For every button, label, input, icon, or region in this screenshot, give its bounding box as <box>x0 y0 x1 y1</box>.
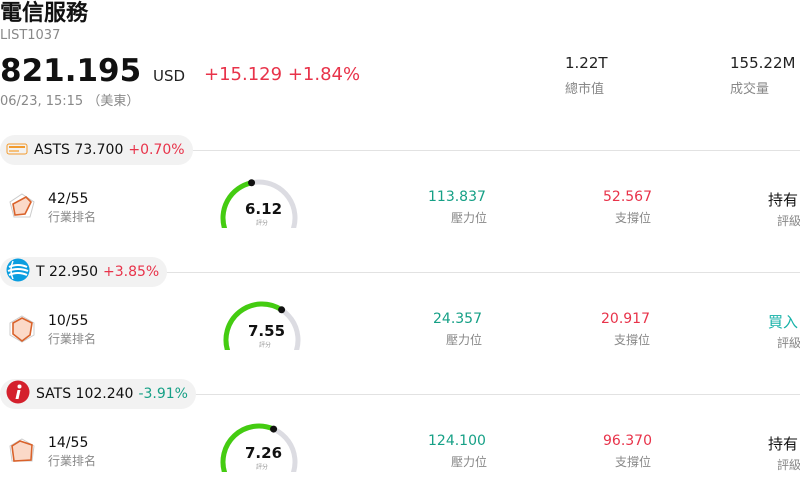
stock-change-percent: -3.91% <box>138 386 188 402</box>
echostar-logo-icon <box>6 380 30 408</box>
price-change: +15.129 +1.84% <box>204 64 360 85</box>
resistance-value: 124.100 <box>428 433 486 449</box>
stock-chip-asts[interactable]: ASTS 73.700 +0.70% <box>0 135 193 165</box>
ast-logo-icon <box>6 141 28 160</box>
stock-ticker-price: ASTS 73.700 <box>34 142 124 158</box>
support-value: 52.567 <box>603 189 652 205</box>
industry-rank-label: 行業排名 <box>48 454 97 468</box>
stock-chip-sats[interactable]: SATS 102.240 -3.91% <box>0 379 196 409</box>
score-value: 6.12 <box>245 200 283 218</box>
rating-label: 評級 <box>777 214 800 228</box>
list-code: LIST1037 <box>0 28 61 43</box>
volume-value: 155.22M <box>730 54 796 72</box>
score-value: 7.26 <box>245 444 283 462</box>
gauge-marker <box>278 306 286 314</box>
currency-label: USD <box>153 67 186 85</box>
timestamp: 06/23, 15:15 （美東） <box>0 94 140 109</box>
industry-rank-label: 行業排名 <box>48 332 97 346</box>
support-label: 支撐位 <box>614 333 651 347</box>
resistance-value: 24.357 <box>433 311 482 327</box>
gauge-marker <box>270 425 278 433</box>
page-title: 電信服務 <box>0 1 89 26</box>
rank-radar-icon <box>8 314 36 348</box>
rank-radar-icon <box>8 192 36 224</box>
rating-value: 持有 <box>768 435 799 453</box>
stock-chip-t[interactable]: T 22.950 +3.85% <box>0 257 168 287</box>
industry-rank: 42/55 <box>48 191 89 207</box>
att-globe-icon <box>6 258 30 286</box>
stock-ticker-price: T 22.950 <box>36 264 99 280</box>
industry-rank-label: 行業排名 <box>48 210 97 224</box>
support-value: 20.917 <box>601 311 650 327</box>
resistance-label: 壓力位 <box>451 455 488 469</box>
rating-label: 評級 <box>777 458 800 472</box>
resistance-label: 壓力位 <box>446 333 483 347</box>
gauge-marker <box>248 179 256 187</box>
stock-ticker-price: SATS 102.240 <box>36 386 134 402</box>
market-cap-value: 1.22T <box>565 54 608 72</box>
industry-rank: 14/55 <box>48 435 89 451</box>
industry-rank: 10/55 <box>48 313 89 329</box>
change-percent: +1.84% <box>287 64 361 85</box>
score-label: 評分 <box>259 342 272 349</box>
score-value: 7.55 <box>248 322 286 340</box>
rating-value: 買入 <box>768 313 799 331</box>
stock-change-percent: +3.85% <box>103 264 160 280</box>
support-label: 支撐位 <box>615 211 652 225</box>
market-cap-label: 總市值 <box>565 82 605 97</box>
rank-radar-icon <box>8 437 36 469</box>
change-value: +15.129 <box>204 64 283 85</box>
score-label: 評分 <box>256 464 269 471</box>
rating-value: 持有 <box>768 191 799 209</box>
resistance-label: 壓力位 <box>451 211 488 225</box>
resistance-value: 113.837 <box>428 189 486 205</box>
stock-change-percent: +0.70% <box>128 142 185 158</box>
support-label: 支撐位 <box>615 455 652 469</box>
volume-label: 成交量 <box>730 82 770 97</box>
score-label: 評分 <box>256 220 269 227</box>
support-value: 96.370 <box>603 433 652 449</box>
index-price: 821.195 <box>0 53 142 89</box>
rating-label: 評級 <box>777 336 800 350</box>
